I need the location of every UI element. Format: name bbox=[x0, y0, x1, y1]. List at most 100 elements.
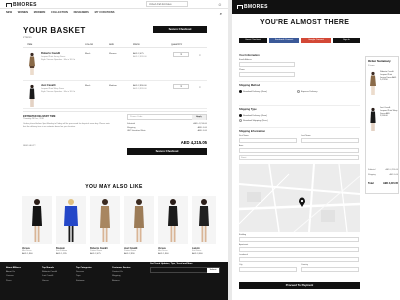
rec-price: AED 2,475 bbox=[90, 253, 101, 255]
footer-link[interactable]: About Us bbox=[6, 271, 21, 273]
need-help-link[interactable]: NEED HELP? bbox=[23, 145, 35, 147]
area-field[interactable] bbox=[239, 148, 359, 153]
method-option[interactable]: Express Delivery bbox=[297, 90, 317, 93]
location-map[interactable] bbox=[239, 164, 360, 232]
subtotal-value: AED 4,216.00 bbox=[385, 169, 398, 171]
search-icon[interactable]: ⌕ bbox=[220, 11, 222, 16]
delivery-note: Orders placed before 3pm Monday to Frida… bbox=[23, 122, 110, 128]
footer-link[interactable]: Returns bbox=[112, 280, 131, 282]
nav-item-collection[interactable]: COLLECTION bbox=[51, 11, 68, 14]
footer-heading: Top Brands bbox=[42, 267, 54, 269]
order-subtotal: Subtotal AED 4,216.00 bbox=[368, 169, 398, 171]
footer-link[interactable]: Dresses bbox=[76, 271, 92, 273]
nav-item-designers[interactable]: DESIGNERS bbox=[74, 11, 89, 14]
nav-item-new[interactable]: NEW bbox=[6, 11, 12, 14]
rec-name: Mini Dress bbox=[22, 250, 32, 252]
facebook-connect-button[interactable]: Facebook Connect bbox=[269, 38, 299, 43]
option-label: Standard Shipping (Free) bbox=[243, 120, 268, 123]
product-image[interactable] bbox=[56, 196, 86, 244]
footer-col: Top Brands Roberto Cavalli Just Cavalli … bbox=[42, 267, 57, 284]
site-logo[interactable]: BMORES bbox=[237, 4, 268, 10]
email-field[interactable] bbox=[239, 62, 295, 67]
section-heading: Shipping Method bbox=[239, 84, 261, 87]
product-image[interactable] bbox=[192, 196, 216, 244]
secure-checkout-button-top[interactable]: Secure Checkout bbox=[153, 26, 207, 33]
basket-table-header: ITEM COLOR SIZE PRICE QUANTITY bbox=[23, 44, 207, 48]
product-image[interactable] bbox=[27, 52, 37, 76]
country-select[interactable]: United Arab Emirates bbox=[146, 1, 188, 7]
order-summary-panel: Order Summary 2 Items Roberto Cavalli Le… bbox=[365, 56, 399, 194]
guest-checkout-button[interactable]: Guest Checkout bbox=[239, 38, 267, 43]
method-option[interactable]: Standard Delivery (Free) bbox=[239, 90, 267, 93]
email-label: Email Address bbox=[239, 59, 252, 61]
quantity-stepper[interactable]: 1 bbox=[173, 84, 189, 89]
product-brand[interactable]: Roberto Cavalli bbox=[41, 52, 60, 55]
basket-row: Just Cavalli Leopard Print Wrap Dress Sty… bbox=[23, 81, 207, 109]
newsletter-input[interactable]: Submit bbox=[150, 267, 220, 273]
product-image[interactable] bbox=[124, 196, 154, 244]
nav-item-curations[interactable]: MY CURATIONS bbox=[95, 11, 115, 14]
checkout-title: YOU'RE ALMOST THERE bbox=[260, 19, 350, 26]
city-field[interactable] bbox=[239, 267, 297, 272]
option-label: Standard Delivery (Free) bbox=[243, 91, 267, 94]
quantity-stepper[interactable]: 1 bbox=[173, 52, 189, 57]
product-image[interactable] bbox=[22, 196, 52, 244]
building-field[interactable] bbox=[239, 237, 359, 242]
recommendation-card[interactable]: Versus Mini Dress AED 1,960 bbox=[158, 196, 188, 256]
recommendation-card[interactable]: Boutem Knit Pullover AED 1,195 bbox=[56, 196, 86, 256]
subscribe-button[interactable]: Submit bbox=[207, 268, 219, 273]
address-section: Shipping Information First Name Last Nam… bbox=[239, 130, 360, 162]
recommendation-card[interactable]: Roberto Cavalli Printed Dress AED 2,475 bbox=[90, 196, 120, 256]
account-icon[interactable]: ☺ bbox=[218, 2, 222, 7]
phone-field[interactable] bbox=[239, 72, 295, 77]
apartment-field[interactable] bbox=[239, 247, 359, 252]
sign-in-button[interactable]: Sign In bbox=[333, 38, 360, 43]
footer-link[interactable]: Shipping bbox=[112, 275, 131, 277]
product-style: Style: Viscose Spandex · Mix in 18 Ort bbox=[41, 90, 76, 93]
site-logo[interactable]: BMORES bbox=[6, 2, 37, 8]
footer-link[interactable]: Just Cavalli bbox=[42, 275, 57, 277]
order-shipping: Shipping AED 0.00 bbox=[368, 174, 398, 176]
price-summary: Subtotal AED 4,216.00 Shipping AED 0.00 VA… bbox=[127, 123, 207, 134]
footer-link[interactable]: Tops bbox=[76, 275, 92, 277]
nav-item-modern[interactable]: MODERN bbox=[34, 11, 46, 14]
recommendation-card[interactable]: Versus Mini Dress AED 1,960 bbox=[22, 196, 52, 256]
first-name-field[interactable] bbox=[239, 138, 297, 143]
product-image[interactable] bbox=[90, 196, 120, 244]
footer-link[interactable]: Careers bbox=[6, 275, 21, 277]
apply-promo-button[interactable]: Apply bbox=[192, 115, 206, 120]
footer-link[interactable]: Press bbox=[6, 280, 21, 282]
secure-checkout-button[interactable]: Secure Checkout bbox=[127, 148, 207, 155]
recommendation-card[interactable]: Just Cavalli Printed Dress AED 2,990 bbox=[124, 196, 154, 256]
rec-price: AED 1,960 bbox=[22, 253, 33, 255]
google-connect-button[interactable]: Google Connect bbox=[301, 38, 331, 43]
footer-link[interactable]: Roberto Cavalli bbox=[42, 271, 57, 273]
street-field[interactable]: Street bbox=[239, 155, 359, 160]
product-image[interactable] bbox=[27, 84, 37, 108]
promo-input[interactable]: Promo Code Apply bbox=[127, 114, 207, 120]
street-placeholder: Street bbox=[241, 157, 247, 159]
remove-icon[interactable]: × bbox=[199, 53, 201, 57]
footer-link[interactable]: Contact Us bbox=[112, 271, 131, 273]
order-item: Roberto Cavalli Leopard Print Jersey Dre… bbox=[368, 71, 398, 101]
footer-link[interactable]: Versus bbox=[42, 280, 57, 282]
type-option[interactable]: Standard Shipping (Free) bbox=[239, 119, 268, 122]
type-option[interactable]: Standard Delivery (Free) bbox=[239, 114, 267, 117]
footer-link[interactable]: Knitwear bbox=[76, 280, 92, 282]
summary-value: AED 0.00 bbox=[197, 130, 207, 132]
country-select[interactable] bbox=[301, 267, 359, 272]
product-price: AED 2,990.00 bbox=[133, 85, 147, 87]
rec-price: AED 1,960 bbox=[158, 253, 169, 255]
landmark-field[interactable] bbox=[239, 257, 359, 262]
product-brand[interactable]: Just Cavalli bbox=[41, 84, 55, 87]
shipping-value: AED 0.00 bbox=[389, 174, 398, 176]
remove-icon[interactable]: × bbox=[199, 85, 201, 89]
top-bar: BMORES United Arab Emirates ☺ bbox=[0, 0, 228, 9]
nav-item-women[interactable]: WOMEN bbox=[18, 11, 28, 14]
basket-row: Roberto Cavalli Leopard Print Jersey Dre… bbox=[23, 49, 207, 81]
last-name-field[interactable] bbox=[301, 138, 359, 143]
proceed-to-payment-button[interactable]: Proceed To Payment bbox=[239, 282, 360, 289]
radio-icon bbox=[297, 90, 300, 93]
product-image[interactable] bbox=[158, 196, 188, 244]
recommendation-card[interactable]: Lanvin Knit Dress AED 3,560 bbox=[192, 196, 216, 256]
